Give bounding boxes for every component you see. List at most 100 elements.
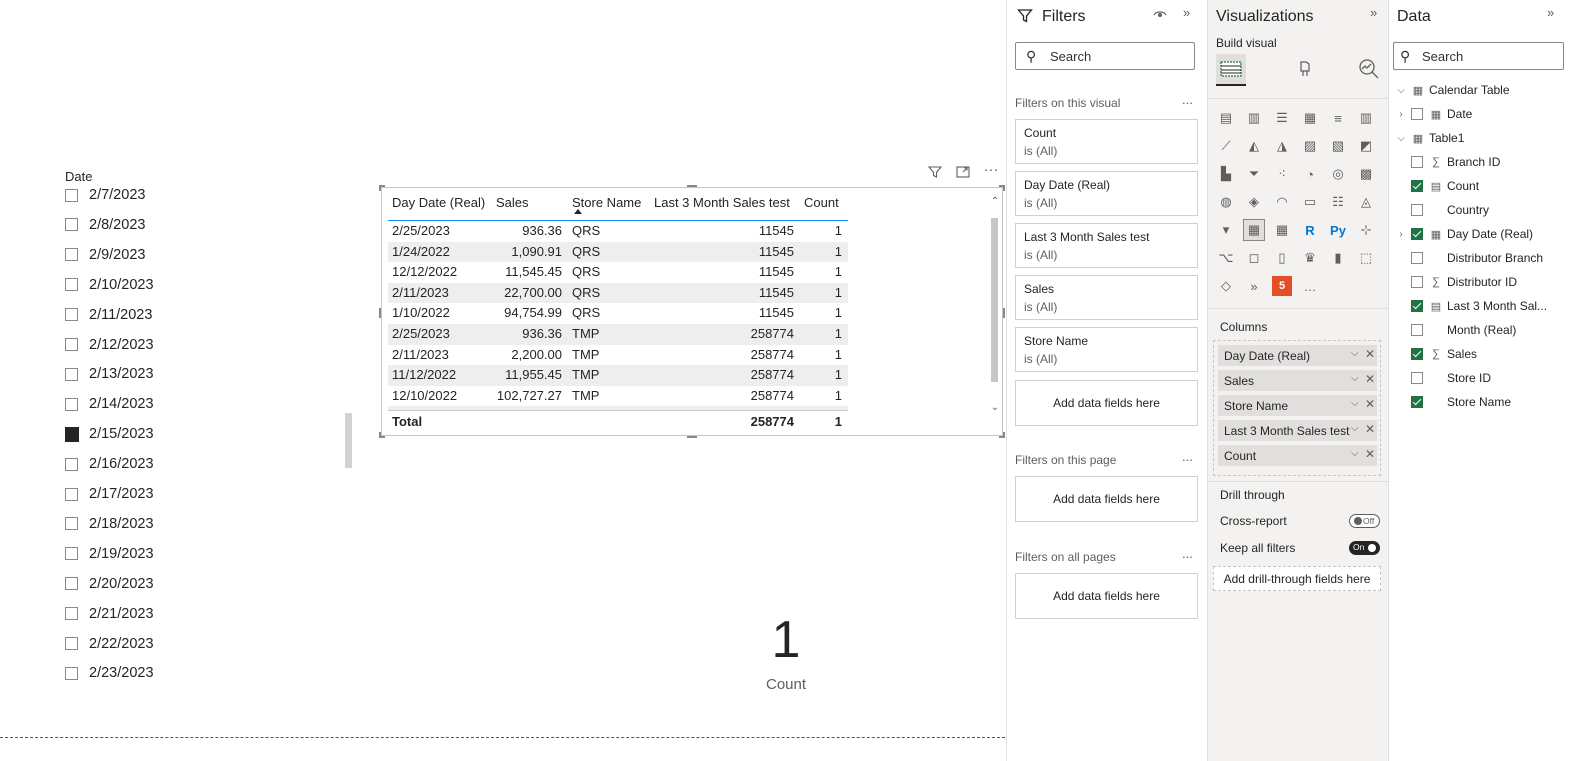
field-checkbox[interactable] xyxy=(1411,180,1423,192)
more-options-icon[interactable]: ... xyxy=(1182,92,1193,107)
slicer-checkbox[interactable] xyxy=(65,487,78,501)
tree-field-node[interactable]: ∑ Sales xyxy=(1411,343,1477,365)
tree-field-node[interactable]: ∑ Branch ID xyxy=(1411,151,1500,173)
column-field-pill[interactable]: Store Name ⌵ ✕ xyxy=(1218,395,1377,416)
slicer-checkbox[interactable] xyxy=(65,517,78,531)
column-header-sales[interactable]: Sales xyxy=(496,195,529,210)
slicer-item[interactable]: 2/9/2023 xyxy=(65,243,145,267)
line-column-icon[interactable]: ▨ xyxy=(1300,136,1320,156)
python-visual-icon[interactable]: Py xyxy=(1328,220,1348,240)
add-drill-through-well[interactable]: Add drill-through fields here xyxy=(1213,566,1381,591)
field-checkbox[interactable] xyxy=(1411,396,1423,408)
column-field-pill[interactable]: Last 3 Month Sales test ⌵ ✕ xyxy=(1218,420,1377,441)
area-chart-icon[interactable]: ◭ xyxy=(1244,136,1264,156)
100-column-icon[interactable]: ▥ xyxy=(1356,108,1376,128)
slicer-item[interactable]: 2/18/2023 xyxy=(65,512,154,536)
add-all-pages-filter-well[interactable]: Add data fields here xyxy=(1015,573,1198,619)
decomposition-tree-icon[interactable]: ⌥ xyxy=(1216,248,1236,268)
stacked-bar-icon[interactable]: ▤ xyxy=(1216,108,1236,128)
slicer-checkbox[interactable] xyxy=(65,577,78,591)
table-row[interactable]: 2/11/2023 22,700.00 QRS 11545 1 xyxy=(388,282,848,304)
slicer-item[interactable]: 2/15/2023 xyxy=(65,422,154,446)
key-influencers-icon[interactable]: ⊹ xyxy=(1356,220,1376,240)
table-row[interactable]: 12/10/2022 102,727.27 TMP 258774 1 xyxy=(388,386,848,407)
field-checkbox[interactable] xyxy=(1411,252,1423,264)
slicer-checkbox[interactable] xyxy=(65,248,78,262)
power-automate-icon[interactable]: ◇ xyxy=(1216,276,1236,296)
stacked-column-icon[interactable]: ▥ xyxy=(1244,108,1264,128)
html5-icon[interactable]: 5 xyxy=(1272,276,1292,296)
data-search-input[interactable]: ⚲ Search xyxy=(1393,42,1564,70)
cross-report-toggle[interactable]: Off xyxy=(1349,514,1380,528)
power-apps-icon[interactable]: ⬚ xyxy=(1356,248,1376,268)
tree-field-node[interactable]: › ▦ Day Date (Real) xyxy=(1399,223,1533,245)
collapse-icon[interactable]: » xyxy=(1547,5,1554,20)
scatter-chart-icon[interactable]: ⁖ xyxy=(1272,164,1292,184)
collapse-icon[interactable]: » xyxy=(1183,5,1190,20)
clustered-bar-icon[interactable]: ☰ xyxy=(1272,108,1292,128)
filter-card[interactable]: Count is (All) xyxy=(1015,119,1198,164)
slicer-item[interactable]: 2/7/2023 xyxy=(65,183,145,207)
filter-card[interactable]: Day Date (Real) is (All) xyxy=(1015,171,1198,216)
treemap-icon[interactable]: ▩ xyxy=(1356,164,1376,184)
slicer-item[interactable]: 2/11/2023 xyxy=(65,303,152,327)
filter-icon[interactable] xyxy=(926,165,944,182)
pie-chart-icon[interactable]: ◔ xyxy=(1300,164,1320,184)
more-options-icon[interactable]: ... xyxy=(1182,546,1193,561)
analytics-icon[interactable] xyxy=(1354,54,1384,84)
r-visual-icon[interactable]: R xyxy=(1300,220,1320,240)
chevron-down-icon[interactable]: ⌵ xyxy=(1351,373,1359,384)
filter-card[interactable]: Last 3 Month Sales test is (All) xyxy=(1015,223,1198,268)
qa-icon[interactable]: ◻ xyxy=(1244,248,1264,268)
field-checkbox[interactable] xyxy=(1411,300,1423,312)
multi-row-card-icon[interactable]: ☷ xyxy=(1328,192,1348,212)
slicer-scrollbar[interactable] xyxy=(345,413,352,468)
column-field-pill[interactable]: Day Date (Real) ⌵ ✕ xyxy=(1218,345,1377,366)
slicer-checkbox[interactable] xyxy=(65,607,78,621)
field-checkbox[interactable] xyxy=(1411,372,1423,384)
filter-card[interactable]: Store Name is (All) xyxy=(1015,327,1198,372)
format-visual-icon[interactable] xyxy=(1290,54,1320,84)
table-scrollbar[interactable]: ⌃ ⌄ xyxy=(989,196,1001,418)
stacked-area-icon[interactable]: ◮ xyxy=(1272,136,1292,156)
slicer-item[interactable]: 2/22/2023 xyxy=(65,632,154,656)
slicer-checkbox[interactable] xyxy=(65,278,78,292)
chevron-down-icon[interactable]: ⌵ xyxy=(1351,423,1359,434)
slicer-item[interactable]: 2/13/2023 xyxy=(65,362,154,386)
line-clustered-icon[interactable]: ▧ xyxy=(1328,136,1348,156)
field-checkbox[interactable] xyxy=(1411,204,1423,216)
focus-mode-icon[interactable] xyxy=(954,165,972,182)
metrics-icon[interactable]: ♛ xyxy=(1300,248,1320,268)
chevron-right-icon[interactable]: › xyxy=(1395,229,1407,240)
slicer-item[interactable]: 2/16/2023 xyxy=(65,452,154,476)
tree-field-node[interactable]: › ▦ Date xyxy=(1399,103,1472,125)
column-header-store-name[interactable]: Store Name xyxy=(572,195,641,210)
report-canvas[interactable]: Date 2/7/2023 2/8/2023 2/9/2023 2/10/2023 2/… xyxy=(0,0,1005,761)
slicer-checkbox[interactable] xyxy=(65,426,79,442)
field-checkbox[interactable] xyxy=(1411,228,1423,240)
waterfall-icon[interactable]: ▙ xyxy=(1216,164,1236,184)
slicer-item[interactable]: 2/21/2023 xyxy=(65,602,154,626)
slicer-icon[interactable]: ▾ xyxy=(1216,220,1236,240)
add-page-filter-well[interactable]: Add data fields here xyxy=(1015,476,1198,522)
slicer-item[interactable]: 2/17/2023 xyxy=(65,482,154,506)
close-icon[interactable]: ✕ xyxy=(1365,397,1375,411)
chevron-down-icon[interactable]: ⌵ xyxy=(1395,85,1407,96)
paginated-report-icon[interactable]: ▮ xyxy=(1328,248,1348,268)
smart-narrative-icon[interactable]: ▯ xyxy=(1272,248,1292,268)
chevron-down-icon[interactable]: ⌵ xyxy=(1351,398,1359,409)
field-checkbox[interactable] xyxy=(1411,156,1423,168)
slicer-item[interactable]: 2/14/2023 xyxy=(65,392,154,416)
table-row[interactable]: 11/12/2022 11,955.45 TMP 258774 1 xyxy=(388,365,848,386)
tree-field-node[interactable]: Country xyxy=(1411,199,1489,221)
table-row[interactable]: 12/12/2022 11,545.45 QRS 11545 1 xyxy=(388,262,848,283)
slicer-item[interactable]: 2/20/2023 xyxy=(65,572,154,596)
chevron-down-icon[interactable]: ⌵ xyxy=(1351,348,1359,359)
column-header-count[interactable]: Count xyxy=(804,195,839,210)
field-checkbox[interactable] xyxy=(1411,348,1423,360)
filled-map-icon[interactable]: ◈ xyxy=(1244,192,1264,212)
collapse-icon[interactable]: » xyxy=(1370,5,1377,20)
field-checkbox[interactable] xyxy=(1411,276,1423,288)
tree-field-node[interactable]: Store Name xyxy=(1411,391,1511,413)
slicer-checkbox[interactable] xyxy=(65,457,78,471)
